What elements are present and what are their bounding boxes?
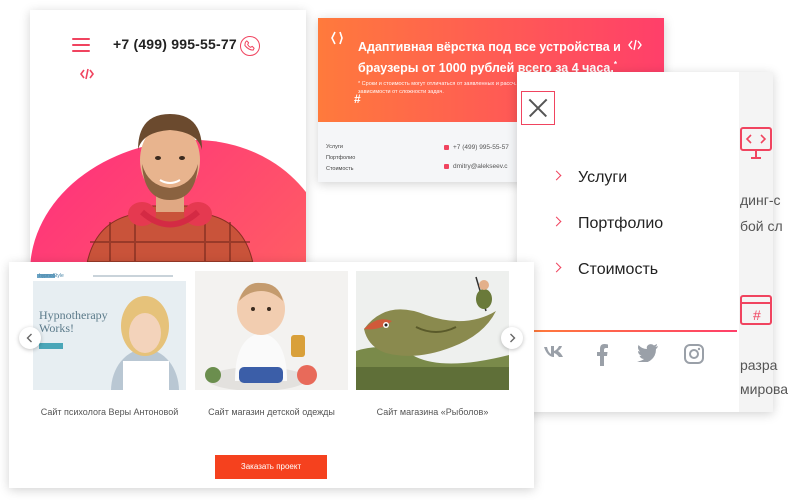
phone-icon [444,144,449,150]
side-text: бой сл [740,218,783,234]
facebook-icon[interactable] [596,344,608,371]
side-text: разра [740,357,778,373]
mobile-menu-card: # Услуги Портфолио Стоимость [517,72,773,412]
chevron-right-icon [551,170,562,181]
chevron-right-icon [551,262,562,273]
hash-icon: # [354,92,361,106]
slide-brand: hypnoStyle [39,273,64,279]
chevron-right-icon [510,333,516,343]
portfolio-caption[interactable]: Сайт психолога Веры Антоновой [22,407,197,417]
chevron-right-icon [551,216,562,227]
banner-phone[interactable]: +7 (499) 995-55-57 [444,144,509,151]
header-phone[interactable]: +7 (499) 995-55-77 [113,36,237,52]
banner-menu: Услуги Портфолио Стоимость [326,142,355,175]
banner-menu-item-pricing[interactable]: Стоимость [326,164,355,175]
menu-item-portfolio[interactable]: Портфолио [551,215,663,233]
developer-photo [80,102,260,280]
close-icon[interactable] [521,91,555,125]
order-project-button[interactable]: Заказать проект [215,455,327,479]
portfolio-caption[interactable]: Сайт магазин детской одежды [184,407,359,417]
portfolio-slide-psychologist[interactable]: hypnoStyle Hypnotherapy Works! [33,271,186,390]
mobile-preview-card: +7 (499) 995-55-77 [30,10,306,280]
code-logo-icon [80,67,94,85]
vk-icon[interactable] [543,344,565,365]
portfolio-slide-kids-clothing[interactable] [195,271,348,390]
side-text: динг-с [740,192,781,208]
svg-text:#: # [753,307,761,323]
portfolio-caption[interactable]: Сайт магазина «Рыболов» [345,407,520,417]
chevron-left-icon [26,333,32,343]
banner-email[interactable]: dmitry@alekseev.c [444,163,508,170]
twitter-icon[interactable] [637,344,659,367]
code-logo-icon [628,38,642,56]
window-hash-icon: # [740,295,772,325]
banner-menu-item-portfolio[interactable]: Портфолио [326,153,355,164]
slider-prev-button[interactable] [19,327,41,349]
mail-icon [444,163,449,169]
menu-divider [533,330,737,332]
menu-item-services[interactable]: Услуги [551,169,627,187]
menu-item-pricing[interactable]: Стоимость [551,261,658,279]
slider-next-button[interactable] [501,327,523,349]
hamburger-menu-icon[interactable] [72,38,90,52]
instagram-icon[interactable] [684,344,704,369]
slide-heading: Hypnotherapy Works! [39,308,108,335]
monitor-code-icon [740,127,772,159]
code-logo-icon [330,30,344,51]
portfolio-slide-fishing[interactable] [356,271,509,390]
banner-menu-item-services[interactable]: Услуги [326,142,355,153]
phone-call-icon[interactable] [240,36,260,56]
banner-footnote: * Сроки и стоимость могут отличаться от … [358,81,520,95]
portfolio-card: hypnoStyle Hypnotherapy Works! Сайт псих… [9,262,534,488]
side-text: мирова [740,381,789,397]
